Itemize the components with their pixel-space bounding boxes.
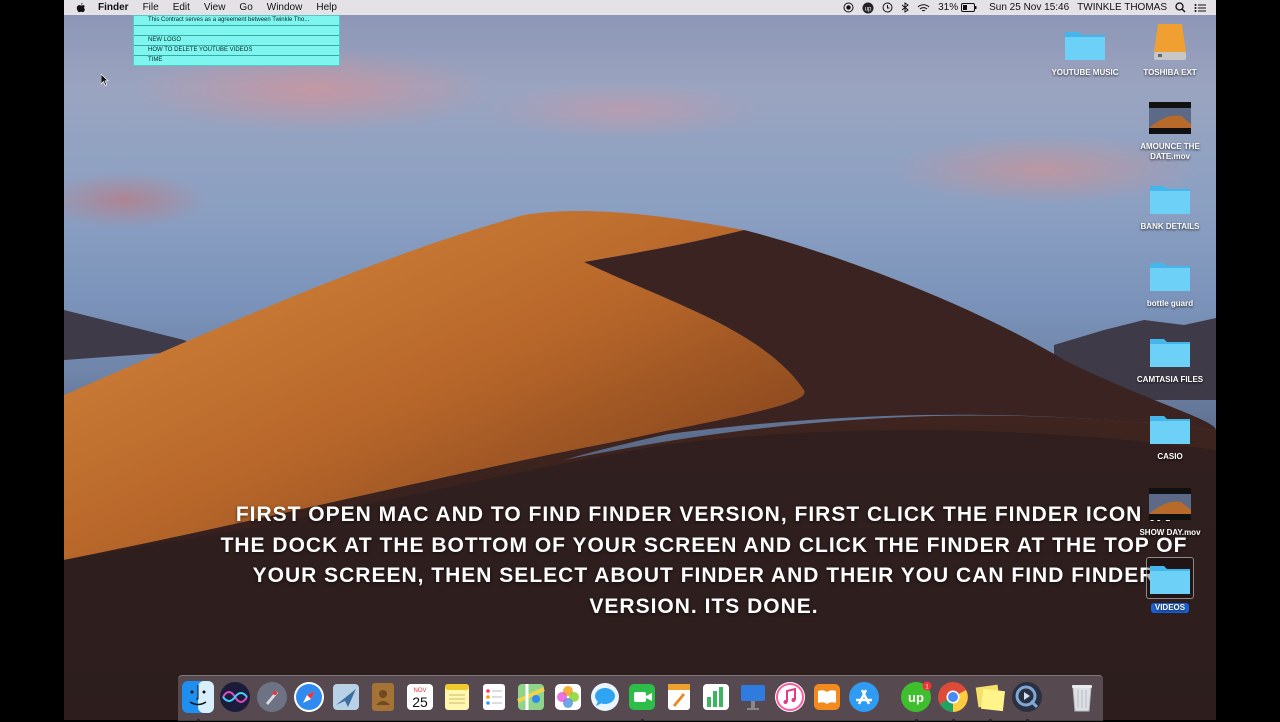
facetime-icon[interactable] — [626, 681, 658, 722]
upwork-icon[interactable]: up 1 — [900, 681, 932, 722]
reminders-icon[interactable] — [478, 681, 510, 713]
mail-icon[interactable] — [330, 681, 362, 713]
dock: NOV 25 up 1 — [178, 675, 1103, 722]
folder-icon — [1150, 566, 1190, 594]
desktop-movie-show-day[interactable]: SHOW DAY.mov — [1130, 486, 1210, 538]
menu-finder[interactable]: Finder — [98, 0, 129, 15]
finder-icon[interactable] — [182, 681, 214, 722]
menu-file[interactable]: File — [143, 0, 159, 15]
mouse-pointer-icon — [101, 74, 109, 86]
folder-icon — [1150, 416, 1190, 444]
keynote-icon[interactable] — [737, 681, 769, 713]
app-status-icon[interactable]: up — [862, 2, 874, 14]
desktop-folder-bottle-guard[interactable]: bottle guard — [1130, 257, 1210, 309]
menu-help[interactable]: Help — [316, 0, 337, 15]
svg-text:up: up — [865, 6, 872, 12]
notes-row[interactable]: TIME — [134, 56, 339, 65]
folder-icon — [1150, 263, 1190, 291]
desktop-folder-casio[interactable]: CASIO — [1130, 410, 1210, 462]
desktop-folder-youtube-music[interactable]: YOUTUBE MUSIC — [1045, 26, 1125, 78]
ibooks-icon[interactable] — [811, 681, 843, 713]
menu-view[interactable]: View — [204, 0, 226, 15]
menu-edit[interactable]: Edit — [173, 0, 190, 15]
desktop-folder-bank-details[interactable]: BANK DETAILS — [1130, 180, 1210, 232]
movie-thumbnail-icon — [1149, 102, 1191, 134]
desktop-movie-amounce-the-date[interactable]: AMOUNCE THE DATE.mov — [1130, 100, 1210, 162]
notes-icon[interactable] — [441, 681, 473, 713]
menu-bar: Finder File Edit View Go Window Help up … — [64, 0, 1216, 15]
maps-icon[interactable] — [515, 681, 547, 713]
tutorial-caption: FIRST OPEN MAC AND TO FIND FINDER VERSIO… — [220, 503, 1188, 618]
external-drive-icon — [1154, 24, 1186, 60]
itunes-icon[interactable] — [774, 681, 806, 713]
apple-menu-icon[interactable] — [76, 2, 86, 13]
calendar-icon[interactable]: NOV 25 — [404, 681, 436, 713]
pages-icon[interactable] — [663, 681, 695, 713]
record-icon[interactable] — [843, 2, 854, 13]
notes-row[interactable]: HOW TO DELETE YOUTUBE VIDEOS — [134, 46, 339, 56]
notes-row[interactable]: This Contract serves as a agreement betw… — [134, 16, 339, 26]
bluetooth-icon[interactable] — [901, 2, 909, 13]
selection-highlight — [1146, 557, 1194, 599]
clock[interactable]: Sun 25 Nov 15:46 — [989, 2, 1069, 13]
time-machine-icon[interactable] — [882, 2, 893, 13]
siri-icon[interactable] — [219, 681, 251, 713]
folder-icon — [1150, 339, 1190, 367]
menu-go[interactable]: Go — [239, 0, 252, 15]
notes-row[interactable]: NEW LOGO — [134, 36, 339, 46]
notes-dropdown: This Contract serves as a agreement betw… — [133, 15, 340, 66]
quicktime-icon[interactable] — [1011, 681, 1043, 722]
svg-text:up: up — [908, 690, 924, 705]
movie-thumbnail-icon — [1149, 488, 1191, 520]
menu-window[interactable]: Window — [267, 0, 303, 15]
user-name[interactable]: TWINKLE THOMAS — [1077, 2, 1167, 13]
launchpad-icon[interactable] — [256, 681, 288, 713]
photos-icon[interactable] — [552, 681, 584, 713]
battery-icon[interactable] — [961, 3, 977, 12]
app-store-icon[interactable] — [848, 681, 880, 713]
chrome-icon[interactable] — [937, 681, 969, 722]
stickies-icon[interactable] — [974, 681, 1006, 722]
battery-percent[interactable]: 31% — [938, 2, 958, 13]
notes-row[interactable] — [134, 26, 339, 36]
trash-icon[interactable] — [1066, 681, 1098, 713]
spotlight-search-icon[interactable] — [1175, 2, 1186, 13]
desktop-folder-camtasia-files[interactable]: CAMTASIA FILES — [1130, 333, 1210, 385]
calendar-day: 25 — [412, 694, 428, 710]
desktop-folder-videos[interactable]: VIDEOS — [1130, 557, 1210, 613]
status-area: up 31% Sun 25 Nov 15:46 TWINKLE THOMAS — [835, 0, 1206, 15]
messages-icon[interactable] — [589, 681, 621, 713]
numbers-icon[interactable] — [700, 681, 732, 713]
folder-icon — [1065, 32, 1105, 60]
notification-center-icon[interactable] — [1194, 3, 1206, 13]
wifi-icon[interactable] — [917, 3, 930, 13]
desktop-drive-toshiba-ext[interactable]: TOSHIBA EXT — [1130, 22, 1210, 78]
desktop[interactable]: FIRST OPEN MAC AND TO FIND FINDER VERSIO… — [64, 0, 1216, 720]
contacts-icon[interactable] — [367, 681, 399, 713]
safari-icon[interactable] — [293, 681, 325, 713]
folder-icon — [1150, 186, 1190, 214]
